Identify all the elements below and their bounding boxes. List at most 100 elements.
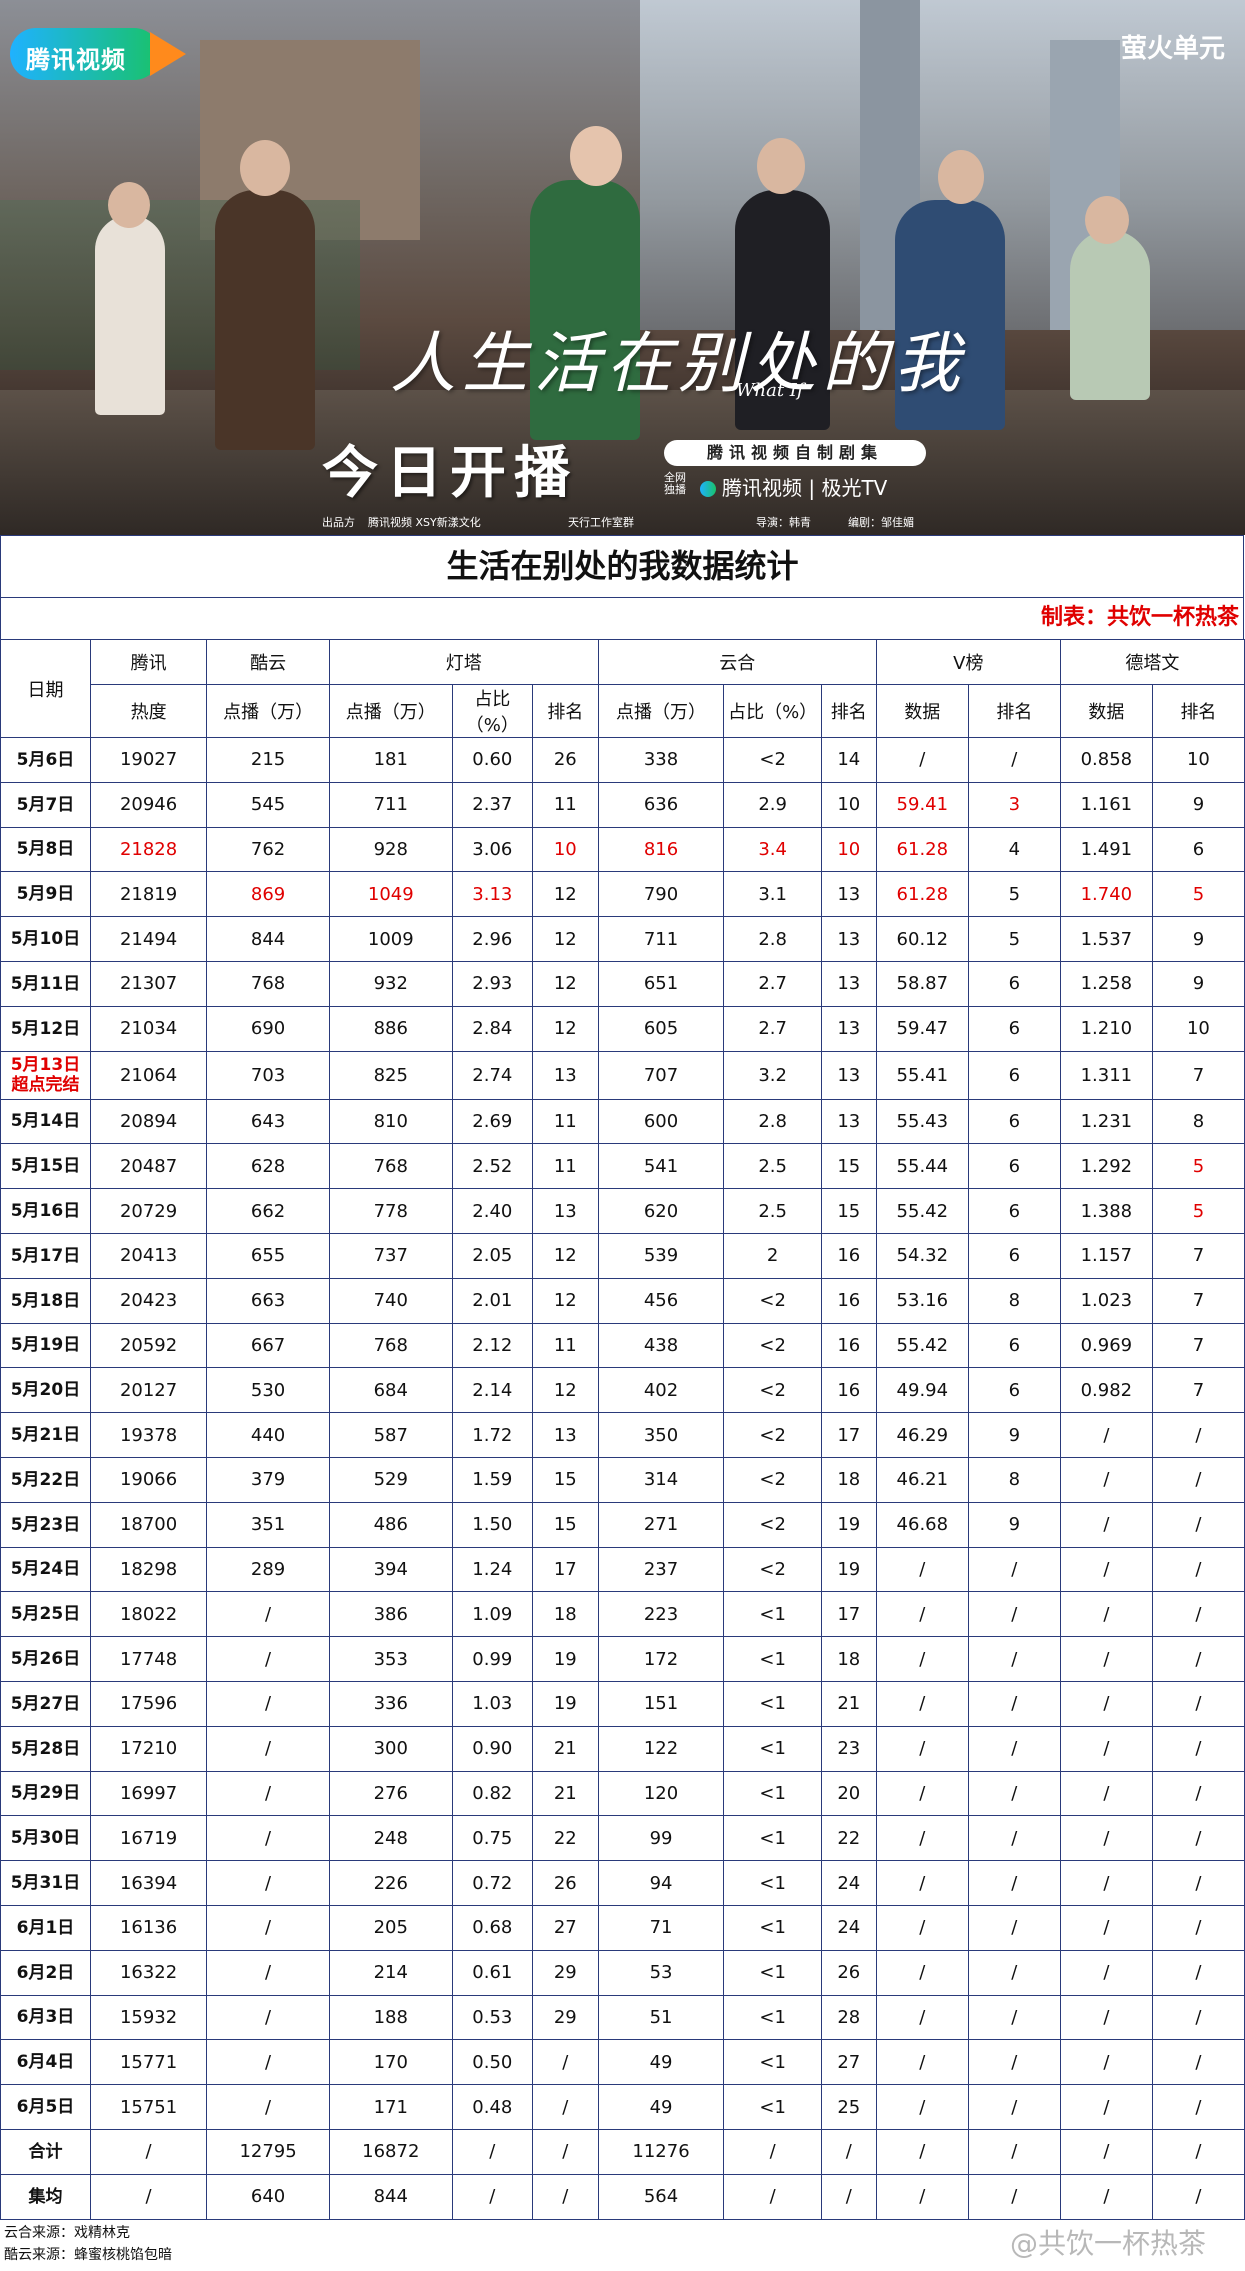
data-cell: 120 (597, 1770, 725, 1817)
data-cell: / (967, 2128, 1061, 2175)
data-cell: 26 (820, 1949, 877, 1996)
data-cell: 205 (328, 1904, 453, 1951)
sub-header-row: 热度 点播（万） 点播（万） 占比（%） 排名 点播（万） 占比（%） 排名 数… (1, 684, 1245, 738)
data-cell: / (451, 2128, 534, 2175)
data-cell: 825 (328, 1050, 453, 1100)
data-cell: 0.48 (451, 2084, 534, 2130)
data-cell: 27 (532, 1904, 599, 1951)
data-cell: 314 (597, 1456, 725, 1503)
data-cell: 1.59 (451, 1456, 534, 1503)
data-cell: 336 (328, 1680, 453, 1727)
data-cell: 11 (532, 1098, 599, 1145)
data-cell: / (967, 2173, 1061, 2220)
data-cell: 7 (1151, 1232, 1245, 1279)
data-cell: / (206, 2039, 330, 2086)
data-cell: 49 (597, 2084, 725, 2130)
data-cell: / (967, 1815, 1061, 1862)
data-cell: 19378 (89, 1412, 208, 1458)
data-cell: <2 (723, 1546, 822, 1593)
date-cell: 5月31日 (0, 1860, 91, 1906)
data-cell: / (967, 1546, 1061, 1593)
data-cell: 1.03 (451, 1680, 534, 1727)
data-cell: / (1151, 2084, 1245, 2130)
data-cell: / (206, 1904, 330, 1951)
data-cell: / (1059, 1501, 1153, 1548)
data-cell: 5 (1151, 871, 1245, 918)
data-cell: 740 (328, 1277, 453, 1324)
data-cell: / (1059, 1725, 1153, 1772)
data-cell: 55.42 (875, 1188, 969, 1234)
data-cell: 2.8 (723, 1098, 822, 1145)
data-cell: 21 (532, 1725, 599, 1772)
table-row: 5月16日 20729 662 778 2.40 13 620 2.5 15 55.42 6 1.38… (0, 1188, 1245, 1234)
data-cell: 1.311 (1059, 1050, 1153, 1100)
date-cell: 5月30日 (0, 1815, 91, 1862)
data-cell: 21494 (89, 916, 208, 962)
data-cell: 651 (597, 960, 725, 1007)
data-cell: / (1151, 1860, 1245, 1906)
data-cell: 379 (206, 1456, 330, 1503)
data-cell: / (875, 737, 969, 783)
data-cell: 2.93 (451, 960, 534, 1007)
date-cell: 5月10日 (0, 916, 91, 962)
data-cell: 16136 (89, 1904, 208, 1951)
data-cell: 17596 (89, 1680, 208, 1727)
data-cell: 386 (328, 1591, 453, 1638)
sub-header: 数据 (875, 684, 969, 738)
data-cell: / (1059, 1815, 1153, 1862)
table-row: 5月6日 19027 215 181 0.60 26 338 <2 14//0.858 10 (0, 737, 1245, 783)
data-cell: / (1059, 1904, 1153, 1951)
data-cell: 640 (206, 2173, 330, 2220)
sub-header: 排名 (820, 684, 877, 738)
data-cell: 20127 (89, 1367, 208, 1414)
table-row: 5月19日 20592 667 768 2.12 11 438 <2 16 55.42 6 0.969… (0, 1322, 1245, 1369)
data-cell: 0.61 (451, 1949, 534, 1996)
data-cell: 53 (597, 1949, 725, 1996)
table-row: 5月22日 19066 379 529 1.59 15 314 <2 18 46.21 8// (0, 1456, 1245, 1503)
header-detawen: 德塔文 (1059, 639, 1245, 685)
data-cell: 8 (967, 1277, 1061, 1324)
header-yunhe: 云合 (597, 639, 877, 685)
date-cell: 5月12日 (0, 1005, 91, 1052)
data-cell: 16872 (328, 2128, 453, 2175)
data-cell: 2.7 (723, 960, 822, 1007)
data-cell: 15 (820, 1143, 877, 1190)
cast-head (938, 150, 984, 204)
data-cell: / (875, 1591, 969, 1638)
data-cell: 11 (532, 1143, 599, 1190)
table-row: 5月17日 20413 655 737 2.05 12 539 2 16 54.32 6 1.157 7 (0, 1232, 1245, 1279)
data-cell: 762 (206, 826, 330, 873)
data-cell: 2.40 (451, 1188, 534, 1234)
date-cell: 5月18日 (0, 1277, 91, 1324)
selfmade-badge: 腾讯视频自制剧集 (664, 440, 926, 466)
data-cell: 99 (597, 1815, 725, 1862)
data-cell: 71 (597, 1904, 725, 1951)
corner-brand: 萤火单元 (1120, 34, 1225, 64)
data-cell: 21819 (89, 871, 208, 918)
data-cell: 22 (532, 1815, 599, 1862)
data-cell: 24 (820, 1904, 877, 1951)
data-cell: 530 (206, 1367, 330, 1414)
data-cell: 10 (1151, 1005, 1245, 1052)
data-cell: / (206, 1636, 330, 1682)
data-cell: 51 (597, 1994, 725, 2041)
data-cell: / (723, 2173, 822, 2220)
data-cell: 60.12 (875, 916, 969, 962)
date-cell: 5月20日 (0, 1367, 91, 1414)
table-row: 5月31日 16394/226 0.72 26 94 <1 24// / / (0, 1860, 1245, 1906)
date-cell: 5月15日 (0, 1143, 91, 1190)
data-cell: 214 (328, 1949, 453, 1996)
data-cell: / (206, 1949, 330, 1996)
data-cell: 1.491 (1059, 826, 1153, 873)
data-cell: 628 (206, 1143, 330, 1190)
date-cell: 6月2日 (0, 1949, 91, 1996)
data-cell: 26 (532, 737, 599, 783)
data-cell: <2 (723, 1277, 822, 1324)
data-cell: / (1059, 1412, 1153, 1458)
data-cell: 932 (328, 960, 453, 1007)
data-cell: 351 (206, 1501, 330, 1548)
table-row: 6月4日 15771/170 0.50/49 <1 27// / / (0, 2039, 1245, 2086)
data-cell: / (1059, 2039, 1153, 2086)
date-cell: 5月23日 (0, 1501, 91, 1548)
data-cell: / (1059, 1770, 1153, 1817)
